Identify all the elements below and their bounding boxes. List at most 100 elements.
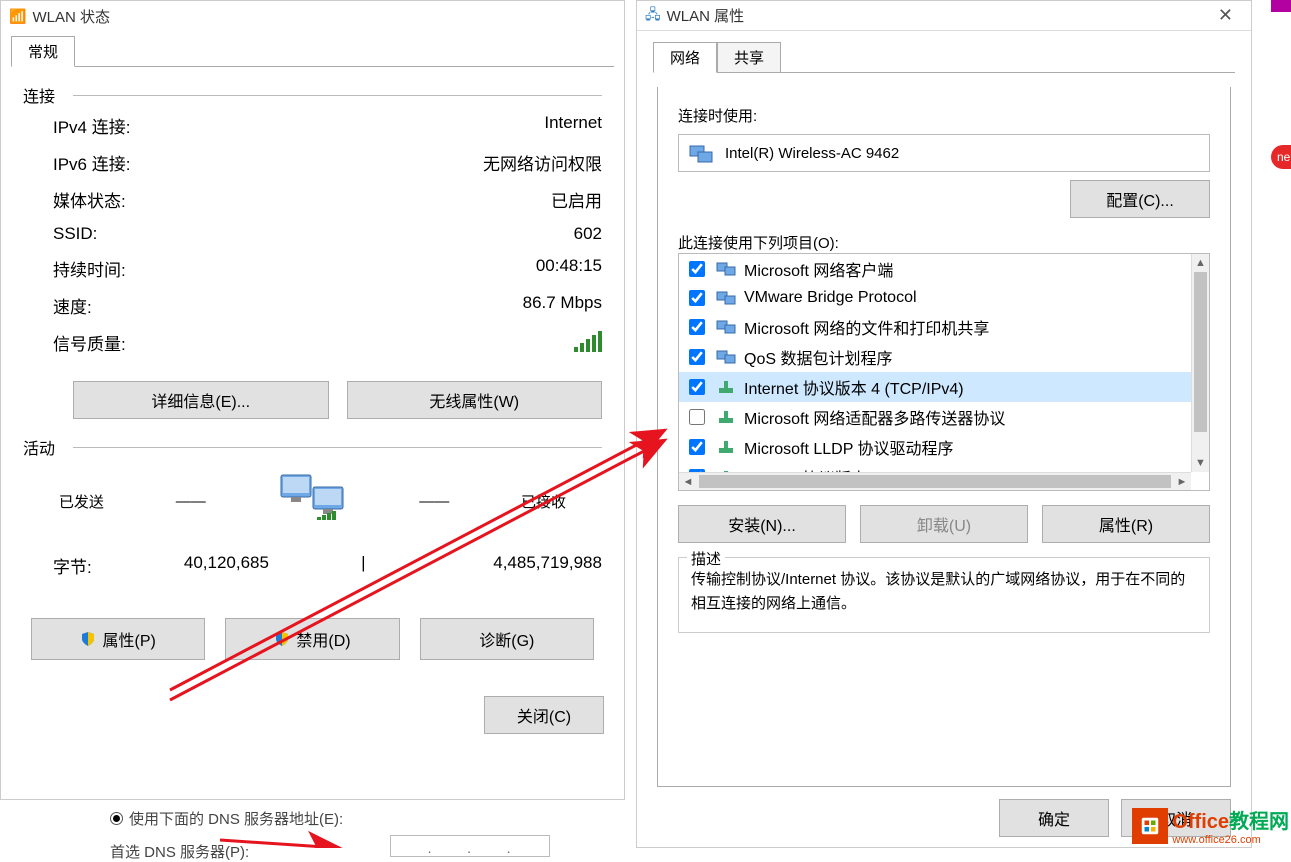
close-button[interactable]: 关闭(C) (484, 696, 604, 734)
signal-bars-icon (574, 330, 602, 357)
connect-using-label: 连接时使用: (678, 105, 1210, 126)
scroll-right-arrow[interactable]: ► (1173, 473, 1191, 490)
list-item[interactable]: Internet 协议版本 4 (TCP/IPv4) (679, 372, 1191, 402)
ipv6-value: 无网络访问权限 (483, 150, 602, 175)
details-button[interactable]: 详细信息(E)... (73, 381, 329, 419)
bytes-label: 字节: (53, 553, 92, 578)
scroll-down-arrow[interactable]: ▼ (1192, 454, 1209, 472)
tab-general[interactable]: 常规 (11, 36, 75, 67)
item-label: Microsoft LLDP 协议驱动程序 (744, 435, 954, 459)
uninstall-button[interactable]: 卸载(U) (860, 505, 1028, 543)
duration-value: 00:48:15 (536, 256, 602, 281)
description-legend: 描述 (687, 548, 725, 569)
horizontal-scrollbar[interactable]: ◄ ► (679, 472, 1191, 490)
bytes-sep: | (361, 553, 401, 578)
media-value: 已启用 (551, 187, 602, 212)
tab-network[interactable]: 网络 (653, 42, 717, 73)
properties-button[interactable]: 属性(P) (31, 618, 205, 660)
monitors-icon (277, 469, 347, 533)
watermark-icon (1132, 808, 1168, 844)
list-item[interactable]: Microsoft 网络的文件和打印机共享 (679, 312, 1191, 342)
item-checkbox[interactable] (689, 439, 705, 455)
close-icon[interactable]: ✕ (1208, 5, 1243, 26)
scroll-left-arrow[interactable]: ◄ (679, 473, 697, 490)
description-text: 传输控制协议/Internet 协议。该协议是默认的广域网络协议，用于在不同的相… (691, 568, 1197, 616)
item-checkbox[interactable] (689, 261, 705, 277)
sent-label: 已发送 (59, 491, 104, 512)
ipv6-label: IPv6 连接: (53, 150, 130, 175)
pref-dns-label: 首选 DNS 服务器(P): (110, 841, 343, 862)
client-icon (716, 348, 736, 366)
connection-section-label: 连接 (23, 83, 55, 107)
list-item[interactable]: QoS 数据包计划程序 (679, 342, 1191, 372)
speed-label: 速度: (53, 293, 92, 318)
shield-icon (80, 631, 96, 647)
list-item[interactable]: Internet 协议版本 6 (TCP/IPv6) (679, 462, 1191, 472)
protocol-icon (716, 378, 736, 396)
list-item[interactable]: Microsoft 网络适配器多路传送器协议 (679, 402, 1191, 432)
components-list[interactable]: Microsoft 网络客户端VMware Bridge ProtocolMic… (678, 253, 1210, 491)
status-title: WLAN 状态 (32, 6, 110, 27)
configure-button[interactable]: 配置(C)... (1070, 180, 1210, 218)
media-label: 媒体状态: (53, 187, 126, 212)
watermark-logo: Office教程网 www.office26.com (1132, 805, 1289, 846)
install-button[interactable]: 安装(N)... (678, 505, 846, 543)
watermark-url: www.office26.com (1172, 834, 1289, 846)
network-card-icon (689, 143, 713, 163)
item-checkbox[interactable] (689, 379, 705, 395)
activity-section-label: 活动 (23, 435, 55, 459)
use-dns-radio[interactable]: 使用下面的 DNS 服务器地址(E): (110, 808, 343, 829)
props-title: WLAN 属性 (667, 5, 745, 26)
item-label: Microsoft 网络客户端 (744, 257, 893, 281)
item-label: Internet 协议版本 6 (TCP/IPv6) (744, 465, 964, 472)
uses-items-label: 此连接使用下列项目(O): (678, 232, 1210, 253)
watermark-text-1: Office (1172, 811, 1229, 833)
recv-bytes: 4,485,719,988 (493, 553, 602, 578)
list-item[interactable]: Microsoft LLDP 协议驱动程序 (679, 432, 1191, 462)
sent-bytes: 40,120,685 (184, 553, 269, 578)
disable-button[interactable]: 禁用(D) (225, 618, 399, 660)
client-icon (716, 289, 736, 307)
item-label: Microsoft 网络适配器多路传送器协议 (744, 405, 1005, 429)
item-checkbox[interactable] (689, 409, 705, 425)
speed-value: 86.7 Mbps (523, 293, 602, 318)
signal-label: 信号质量: (53, 330, 126, 357)
dns-settings-fragment: 使用下面的 DNS 服务器地址(E): 首选 DNS 服务器(P): (110, 808, 343, 862)
description-group: 描述 传输控制协议/Internet 协议。该协议是默认的广域网络协议，用于在不… (678, 557, 1210, 633)
item-properties-button[interactable]: 属性(R) (1042, 505, 1210, 543)
scroll-thumb[interactable] (1194, 272, 1207, 432)
wlan-props-window: 🖧 WLAN 属性 ✕ 网络 共享 连接时使用: Intel(R) Wirele… (636, 0, 1252, 848)
ipv4-label: IPv4 连接: (53, 113, 130, 138)
recv-label: 已接收 (521, 491, 566, 512)
watermark-text-2: 教程网 (1229, 811, 1289, 833)
status-tabs: 常规 (11, 35, 614, 67)
hscroll-thumb[interactable] (699, 475, 1171, 488)
edge-pill: ne (1271, 145, 1291, 169)
tab-share[interactable]: 共享 (717, 42, 781, 73)
protocol-icon (716, 438, 736, 456)
dns-ip-input[interactable] (390, 835, 550, 857)
pink-block (1271, 0, 1291, 12)
client-icon (716, 260, 736, 278)
item-checkbox[interactable] (689, 349, 705, 365)
ssid-label: SSID: (53, 224, 97, 244)
wlan-status-window: 📶 WLAN 状态 常规 连接 IPv4 连接:Internet IPv6 连接… (0, 0, 625, 800)
item-checkbox[interactable] (689, 319, 705, 335)
diagnose-button[interactable]: 诊断(G) (420, 618, 594, 660)
props-tabs: 网络 共享 (653, 41, 1235, 73)
item-label: Internet 协议版本 4 (TCP/IPv4) (744, 375, 964, 399)
wifi-icon: 📶 (9, 8, 26, 25)
scroll-up-arrow[interactable]: ▲ (1192, 254, 1209, 272)
wireless-props-button[interactable]: 无线属性(W) (347, 381, 603, 419)
vertical-scrollbar[interactable]: ▲ ▼ (1191, 254, 1209, 472)
list-item[interactable]: VMware Bridge Protocol (679, 284, 1191, 312)
item-checkbox[interactable] (689, 290, 705, 306)
list-item[interactable]: Microsoft 网络客户端 (679, 254, 1191, 284)
adapter-icon: 🖧 (645, 4, 661, 28)
adapter-name: Intel(R) Wireless-AC 9462 (725, 145, 899, 162)
use-dns-radio-label: 使用下面的 DNS 服务器地址(E): (129, 808, 343, 829)
duration-label: 持续时间: (53, 256, 126, 281)
right-edge-strip (1271, 0, 1291, 848)
ok-button[interactable]: 确定 (999, 799, 1109, 837)
status-titlebar: 📶 WLAN 状态 (1, 1, 624, 31)
